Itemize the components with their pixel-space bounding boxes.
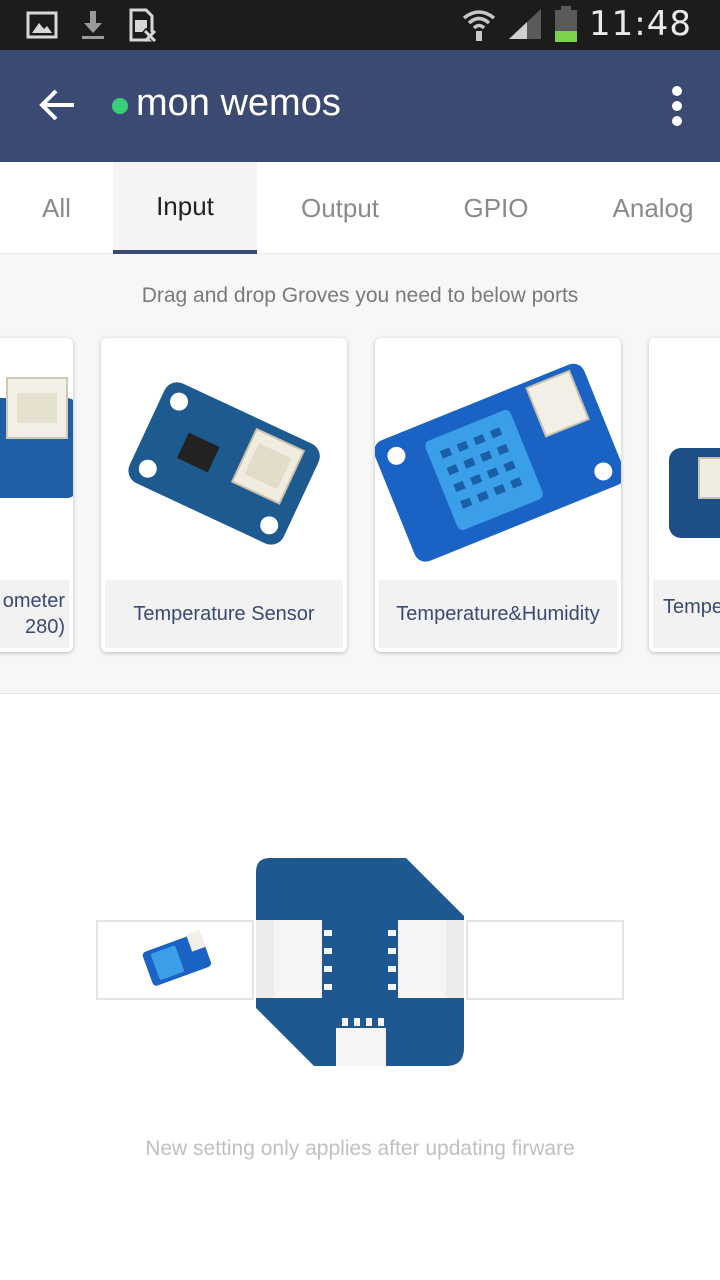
grove-card-temperature-humidity[interactable]: Temperature&Humidity (375, 338, 621, 652)
tab-gpio[interactable]: GPIO (420, 162, 572, 254)
grove-label-line: ometer (2, 590, 65, 612)
grove-card-temperature-partial[interactable]: Tempe (649, 338, 720, 652)
sim-blocked-icon (129, 8, 158, 42)
category-tabs: All Input Output GPIO Analog (0, 162, 720, 254)
wio-board (256, 858, 464, 1066)
online-status-dot (112, 98, 128, 114)
wifi-icon (462, 10, 496, 41)
tab-output[interactable]: Output (260, 162, 420, 254)
board-area: New setting only applies after updating … (0, 695, 720, 1280)
firmware-note: New setting only applies after updating … (145, 1137, 575, 1160)
page-title: mon wemos (136, 82, 341, 124)
temperature-humidity-grove-thumbnail (142, 929, 212, 986)
dot-icon (672, 116, 682, 126)
left-port-slot[interactable] (96, 920, 254, 1000)
download-icon (82, 11, 104, 39)
dot-icon (672, 101, 682, 111)
drag-hint: Drag and drop Groves you need to below p… (141, 284, 579, 307)
grove-label: Tempe (653, 580, 720, 648)
clock: 11:48 (589, 4, 692, 44)
grove-label: Temperature Sensor (105, 580, 343, 648)
overflow-menu-button[interactable] (662, 80, 692, 132)
groves-carousel[interactable]: Drag and drop Groves you need to below p… (0, 254, 720, 694)
right-port-slot[interactable] (466, 920, 624, 1000)
app-bar: mon wemos (0, 50, 720, 162)
grove-label: ometer 280) (0, 580, 69, 648)
grove-image (375, 338, 621, 580)
grove-label: Temperature&Humidity (379, 580, 617, 648)
system-status: 11:48 (461, 4, 692, 44)
dot-icon (672, 86, 682, 96)
grove-card-temperature-sensor[interactable]: Temperature Sensor (101, 338, 347, 652)
back-button[interactable] (32, 80, 82, 130)
battery-icon (555, 6, 578, 42)
tab-analog[interactable]: Analog (572, 162, 720, 254)
grove-image (101, 338, 347, 580)
signal-icon (509, 9, 542, 39)
grove-label-line: 280) (24, 616, 65, 638)
tab-input[interactable]: Input (113, 162, 257, 254)
grove-image (649, 338, 720, 580)
grove-card-barometer[interactable]: ometer 280) (0, 338, 73, 652)
tab-all[interactable]: All (0, 162, 113, 254)
status-bar: 11:48 (0, 0, 720, 50)
notification-icons (26, 8, 158, 42)
grove-image (0, 338, 73, 580)
arrow-left-icon (39, 89, 74, 121)
gallery-icon (26, 11, 58, 39)
